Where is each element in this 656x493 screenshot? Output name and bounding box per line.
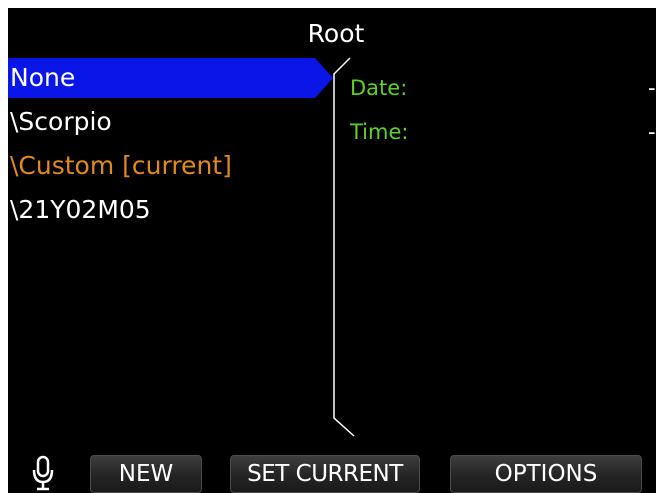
microphone-icon [32,455,54,491]
date-row: Date: [350,68,408,112]
panel-divider [333,57,355,437]
time-label: Time: [350,120,409,144]
date-label: Date: [350,76,408,100]
device-display: Root None \Scorpio \Custom [current] \21… [8,8,656,493]
options-button[interactable]: OPTIONS [450,455,642,493]
time-value: - [648,120,656,144]
new-button[interactable]: NEW [90,455,202,493]
folder-details: Date: Time: [350,68,408,156]
date-value: - [648,76,656,100]
softkey-bar: NEW SET CURRENT OPTIONS [8,453,656,493]
screen: Root None \Scorpio \Custom [current] \21… [0,0,656,493]
set-current-button[interactable]: SET CURRENT [230,455,420,493]
time-row: Time: [350,112,408,156]
